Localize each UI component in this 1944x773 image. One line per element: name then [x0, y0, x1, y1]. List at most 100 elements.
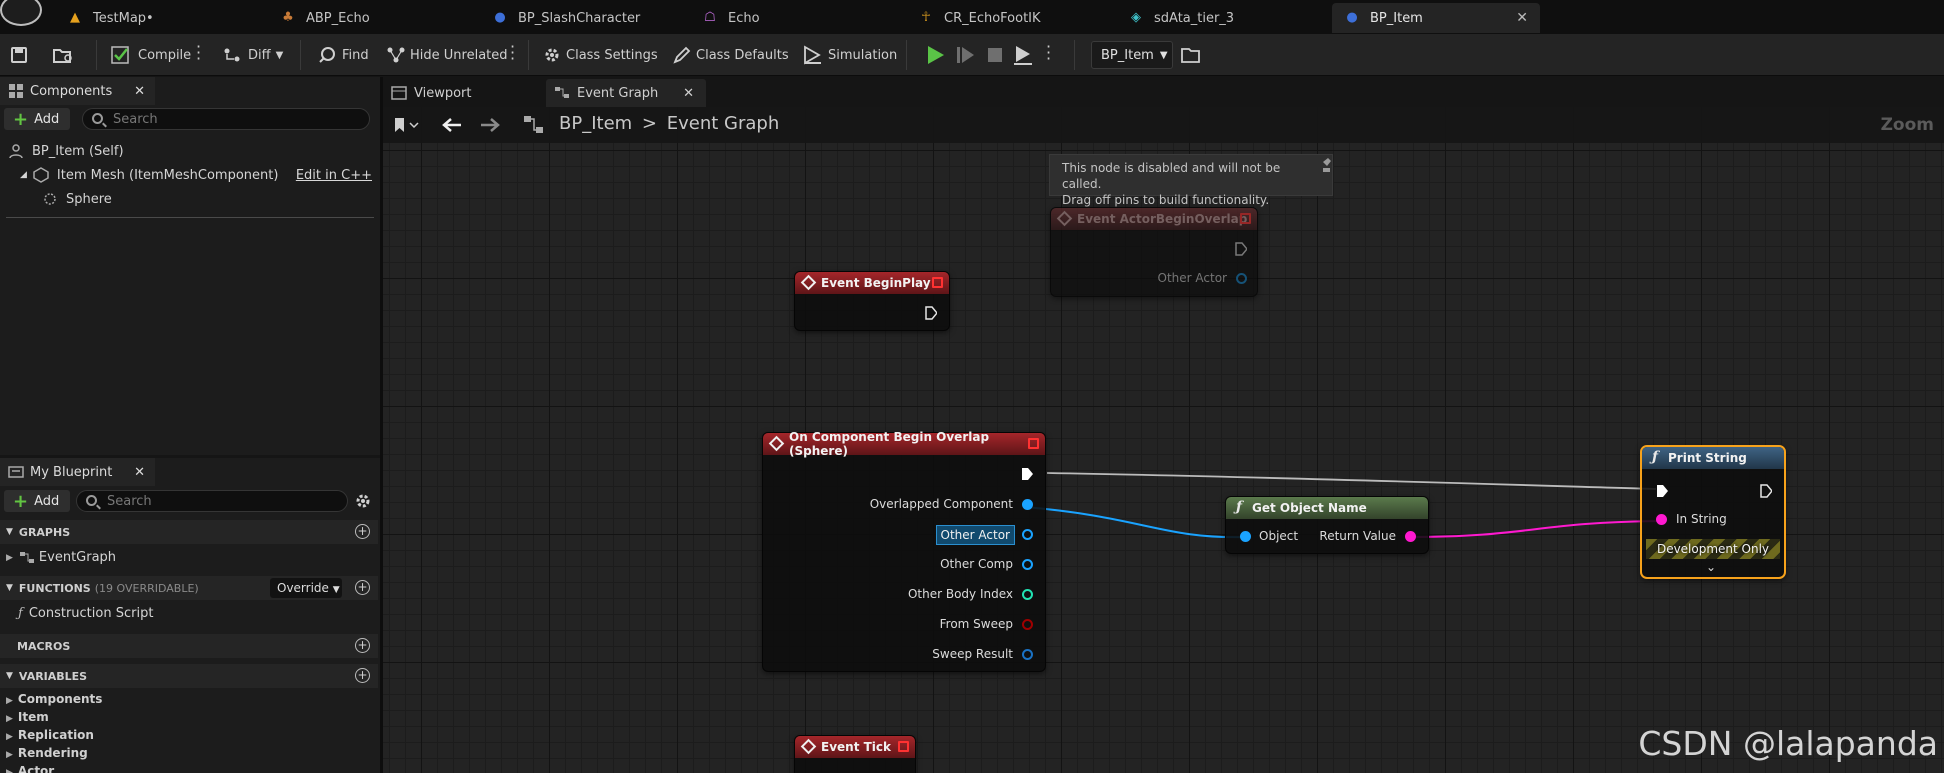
watermark: CSDN @lalapanda [1638, 724, 1938, 763]
exec-out-pin[interactable] [925, 306, 937, 320]
tab-cr-echofootik[interactable]: ☥ CR_EchoFootIK [906, 3, 1106, 33]
find-options-icon[interactable]: · · · [510, 39, 515, 67]
overlapped-component-pin[interactable] [1022, 499, 1033, 510]
chevron-down-icon: ▼ [1159, 49, 1168, 61]
tab-abp-echo[interactable]: ♣ ABP_Echo [268, 3, 458, 33]
eject-icon[interactable] [1012, 44, 1034, 66]
node-event-tick[interactable]: Event Tick [794, 735, 916, 773]
string-wire [1407, 520, 1667, 538]
disabled-node-tooltip: This node is disabled and will not be ca… [1049, 154, 1333, 207]
variable-category[interactable]: ▶ Item [6, 710, 49, 724]
from-sweep-pin[interactable] [1022, 619, 1033, 630]
other-body-index-pin[interactable] [1022, 589, 1033, 600]
close-icon[interactable]: ✕ [683, 86, 694, 101]
other-actor-pin[interactable] [1236, 273, 1247, 284]
pin-node-icon[interactable] [1320, 156, 1334, 176]
delegate-pin[interactable] [1240, 213, 1251, 224]
compile-options-icon[interactable]: · · · [196, 39, 201, 67]
class-defaults-button[interactable]: Class Defaults [672, 42, 789, 68]
blueprint-search-input[interactable]: Search [76, 490, 348, 512]
browse-button[interactable] [52, 42, 74, 68]
object-in-pin[interactable] [1240, 531, 1251, 542]
variable-category[interactable]: ▶ Components [6, 692, 102, 706]
component-self[interactable]: BP_Item (Self) [8, 143, 124, 159]
play-options-icon[interactable]: · · · [1046, 39, 1051, 67]
breadcrumb-root[interactable]: BP_Item [559, 113, 632, 134]
component-sphere[interactable]: Sphere [42, 191, 112, 207]
tab-viewport[interactable]: Viewport [383, 79, 543, 107]
override-dropdown[interactable]: Override ▼ [270, 578, 342, 598]
tab-bp-item[interactable]: ● BP_Item ✕ [1332, 3, 1540, 33]
event-icon [1056, 210, 1073, 227]
diff-button[interactable]: Diff ▼ [222, 42, 283, 68]
play-icon[interactable] [924, 44, 946, 66]
function-item-construction-script[interactable]: ƒ Construction Script [18, 606, 153, 621]
class-settings-button[interactable]: Class Settings [542, 42, 658, 68]
bookmark-icon[interactable] [391, 116, 421, 134]
function-icon: ƒ [1652, 449, 1659, 465]
node-print-string[interactable]: ƒ Print String In String Development Onl… [1640, 445, 1786, 579]
exec-in-pin[interactable] [1656, 484, 1668, 498]
chevron-down-icon: ▼ [275, 49, 284, 61]
return-value-pin[interactable] [1405, 531, 1416, 542]
exec-out-pin[interactable] [1235, 242, 1247, 256]
section-graphs[interactable]: ▼ GRAPHS + [0, 520, 378, 544]
node-on-component-begin-overlap[interactable]: On Component Begin Overlap (Sphere) Over… [762, 430, 1046, 672]
node-header: On Component Begin Overlap (Sphere) [763, 430, 1045, 458]
graph-item-eventgraph[interactable]: ▶ EventGraph [6, 550, 116, 565]
close-tab-icon[interactable]: ✕ [1516, 10, 1528, 26]
hide-unrelated-button[interactable]: Hide Unrelated [386, 42, 508, 68]
other-actor-pin[interactable] [1022, 529, 1033, 540]
node-event-actor-begin-overlap[interactable]: Event ActorBeginOverlap Other Actor [1050, 207, 1258, 297]
in-string-pin[interactable] [1656, 514, 1667, 525]
step-icon[interactable] [954, 44, 976, 66]
exec-out-pin[interactable] [1021, 467, 1033, 481]
tab-event-graph[interactable]: Event Graph ✕ [546, 79, 706, 107]
back-arrow-icon[interactable] [441, 116, 463, 134]
tab-sdata-tier-3[interactable]: ◈ sdAta_tier_3 [1116, 3, 1316, 33]
browse-debug-icon[interactable] [1180, 44, 1202, 66]
expand-arrow-icon[interactable]: ◢ [20, 170, 27, 180]
close-icon[interactable]: ✕ [134, 465, 145, 480]
sweep-result-pin[interactable] [1022, 649, 1033, 660]
delegate-pin[interactable] [1028, 438, 1039, 449]
component-item-mesh[interactable]: ◢ Item Mesh (ItemMeshComponent) Edit in … [20, 167, 372, 183]
tab-testmap[interactable]: ▲ TestMap• [55, 3, 255, 33]
tab-bp-slashcharacter[interactable]: ● BP_SlashCharacter [480, 3, 670, 33]
tab-components[interactable]: Components ✕ [0, 77, 155, 105]
node-event-begin-play[interactable]: Event BeginPlay [794, 271, 950, 331]
add-graph-icon[interactable]: + [355, 524, 370, 539]
simulation-button[interactable]: Simulation [802, 42, 897, 68]
add-variable-icon[interactable]: + [355, 668, 370, 683]
variable-category[interactable]: ▶ Actor [6, 764, 54, 773]
close-icon[interactable]: ✕ [134, 84, 145, 99]
delegate-pin[interactable] [932, 277, 943, 288]
other-comp-pin[interactable] [1022, 559, 1033, 570]
variable-category[interactable]: ▶ Replication [6, 728, 94, 742]
node-get-object-name[interactable]: ƒ Get Object Name Object Return Value [1225, 496, 1429, 554]
settings-gear-icon[interactable] [355, 493, 371, 509]
edit-in-cpp-link[interactable]: Edit in C++ [296, 168, 372, 183]
debug-object-select[interactable]: BP_Item ▼ [1091, 41, 1173, 69]
section-macros[interactable]: MACROS + [0, 634, 378, 658]
section-functions[interactable]: ▼ FUNCTIONS (19 OVERRIDABLE) Override ▼ … [0, 576, 378, 600]
stop-icon[interactable] [984, 44, 1006, 66]
expand-arrow-icon: ▶ [6, 552, 13, 563]
save-button[interactable] [10, 42, 28, 68]
compile-button[interactable]: Compile [110, 42, 191, 68]
tab-my-blueprint[interactable]: My Blueprint ✕ [0, 458, 155, 486]
tab-echo[interactable]: ☖ Echo [690, 3, 880, 33]
add-function-icon[interactable]: + [355, 580, 370, 595]
components-search-input[interactable]: Search [82, 108, 370, 130]
exec-out-pin[interactable] [1760, 484, 1772, 498]
forward-arrow-icon[interactable] [479, 116, 501, 134]
add-component-button[interactable]: + Add [4, 108, 70, 130]
delegate-pin[interactable] [898, 741, 909, 752]
variable-category[interactable]: ▶ Rendering [6, 746, 88, 760]
find-button[interactable]: Find [318, 42, 369, 68]
add-macro-icon[interactable]: + [355, 638, 370, 653]
unreal-logo-icon[interactable] [0, 0, 42, 26]
section-variables[interactable]: ▼ VARIABLES + [0, 664, 378, 688]
add-member-button[interactable]: + Add [4, 490, 70, 512]
expand-chevron-icon[interactable]: ⌄ [1706, 560, 1716, 574]
